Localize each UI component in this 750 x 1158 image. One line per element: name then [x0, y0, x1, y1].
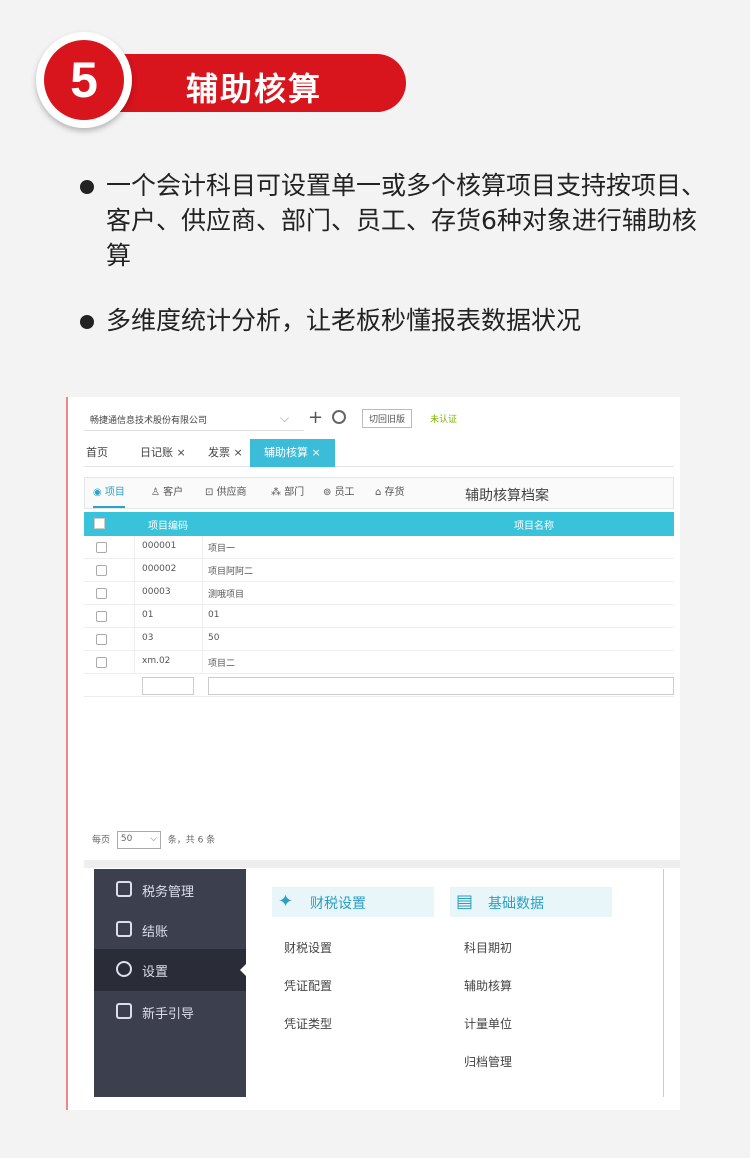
subtab-supplier[interactable]: ⊡ 供应商 — [205, 478, 247, 508]
bullet-dot — [80, 180, 94, 194]
sidebar-item-settings[interactable]: 设置 — [94, 949, 247, 991]
feature-bullet-1: 一个会计科目可设置单一或多个核算项目支持按项目、客户、供应商、部门、员工、存货6… — [80, 168, 720, 273]
page-size-select[interactable]: 50 ⌵ — [116, 831, 161, 849]
page-size-label: 每页 — [92, 835, 111, 846]
checkout-icon — [116, 921, 132, 937]
row-name: 项目阿阿二 — [208, 567, 254, 577]
badge-circle: 5 — [36, 32, 132, 128]
guide-icon — [116, 1003, 132, 1019]
link-finance-settings[interactable]: 财税设置 — [284, 939, 332, 956]
settings-panel: ✦ 财税设置 ▤ 基础数据 财税设置 凭证配置 凭证类型 科目期初 辅助核算 计… — [246, 869, 664, 1097]
row-checkbox[interactable] — [96, 657, 107, 668]
sidebar-item-checkout[interactable]: 结账 — [94, 909, 246, 951]
subtab-employee[interactable]: ⊚ 员工 — [323, 478, 355, 508]
sidebar-item-guide[interactable]: 新手引导 — [94, 991, 246, 1033]
company-name: 畅捷通信息技术股份有限公司 — [90, 416, 208, 426]
section-badge: 辅助核算 5 — [36, 32, 406, 132]
table-row[interactable]: 03 50 — [84, 628, 674, 651]
table-row[interactable]: 01 01 — [84, 605, 674, 628]
row-code: xm.02 — [142, 656, 171, 666]
tax-icon — [116, 881, 132, 897]
archive-title: 辅助核算档案 — [465, 488, 549, 504]
chevron-down-icon[interactable]: ⌵ — [280, 411, 289, 426]
feature-bullet-2: 多维度统计分析，让老板秒懂报表数据状况 — [80, 303, 720, 338]
basic-data-icon: ▤ — [456, 891, 474, 912]
page-tabs: 首页 日记账 × 发票 × 辅助核算 × — [84, 439, 674, 467]
table-header: 项目编码 项目名称 — [84, 512, 674, 536]
company-selector[interactable]: 畅捷通信息技术股份有限公司 — [84, 409, 304, 431]
tab-home[interactable]: 首页 — [86, 439, 108, 467]
bullet-dot — [80, 315, 94, 329]
app-screenshot: 畅捷通信息技术股份有限公司 ⌵ + 切回旧版 未认证 首页 日记账 × 发票 ×… — [66, 397, 680, 1110]
row-checkbox[interactable] — [96, 634, 107, 645]
sidebar: 税务管理 结账 设置 新手引导 — [94, 869, 247, 1097]
top-bar: 畅捷通信息技术股份有限公司 ⌵ + 切回旧版 未认证 — [84, 407, 674, 435]
table-row[interactable]: 000002 项目阿阿二 — [84, 559, 674, 582]
verification-status[interactable]: 未认证 — [430, 412, 457, 425]
row-code: 00003 — [142, 587, 171, 597]
row-code: 03 — [142, 633, 154, 643]
finance-settings-icon: ✦ — [278, 891, 294, 912]
row-name: 测哦项目 — [208, 590, 245, 600]
chevron-down-icon: ⌵ — [150, 834, 157, 844]
tab-aux-accounting[interactable]: 辅助核算 × — [250, 439, 335, 467]
sidebar-item-tax[interactable]: 税务管理 — [94, 869, 246, 911]
row-checkbox[interactable] — [96, 565, 107, 576]
link-opening-balance[interactable]: 科目期初 — [464, 939, 512, 956]
switch-old-version-button[interactable]: 切回旧版 — [362, 409, 413, 428]
section-basic-data: ▤ 基础数据 — [450, 887, 612, 917]
column-name: 项目名称 — [514, 521, 554, 532]
row-name: 项目一 — [208, 544, 236, 554]
table-row[interactable]: 000001 项目一 — [84, 536, 674, 559]
bullet-text: 多维度统计分析，让老板秒懂报表数据状况 — [106, 306, 582, 335]
new-row — [84, 674, 674, 697]
section-number: 5 — [44, 40, 124, 120]
tab-journal[interactable]: 日记账 × — [140, 439, 186, 467]
subtab-customer[interactable]: ♙ 客户 — [151, 478, 183, 508]
pagination: 每页 50 ⌵ 条，共 6 条 — [92, 831, 215, 849]
row-name: 50 — [208, 633, 220, 643]
subtab-department[interactable]: ⁂ 部门 — [271, 478, 304, 508]
subtab-inventory[interactable]: ⌂ 存货 — [375, 478, 405, 508]
row-name: 01 — [208, 610, 220, 620]
row-code: 000002 — [142, 564, 177, 574]
table-row[interactable]: 00003 测哦项目 — [84, 582, 674, 605]
row-checkbox[interactable] — [96, 588, 107, 599]
gear-icon — [116, 961, 132, 977]
row-code: 000001 — [142, 541, 177, 551]
tab-invoice[interactable]: 发票 × — [208, 439, 243, 467]
row-name: 项目二 — [208, 659, 236, 669]
link-voucher-type[interactable]: 凭证类型 — [284, 1015, 332, 1032]
aux-type-tabs: ◉ 项目 ♙ 客户 ⊡ 供应商 ⁂ 部门 ⊚ 员工 ⌂ 存货 辅助核算档案 — [84, 477, 674, 509]
record-count: 条，共 6 条 — [167, 835, 216, 846]
row-code: 01 — [142, 610, 154, 620]
new-code-input[interactable] — [142, 677, 194, 695]
column-code: 项目编码 — [148, 521, 188, 532]
row-checkbox[interactable] — [96, 611, 107, 622]
new-name-input[interactable] — [208, 677, 674, 695]
section-title: 辅助核算 — [186, 70, 323, 108]
link-voucher-config[interactable]: 凭证配置 — [284, 977, 332, 994]
add-icon[interactable]: + — [308, 407, 323, 428]
link-aux-accounting[interactable]: 辅助核算 — [464, 977, 512, 994]
link-units[interactable]: 计量单位 — [464, 1015, 512, 1032]
table-row[interactable]: xm.02 项目二 — [84, 651, 674, 674]
subtab-project[interactable]: ◉ 项目 — [93, 478, 125, 508]
section-finance-settings: ✦ 财税设置 — [272, 887, 434, 917]
select-all-checkbox[interactable] — [94, 518, 105, 529]
row-checkbox[interactable] — [96, 542, 107, 553]
link-archive[interactable]: 归档管理 — [464, 1053, 512, 1070]
gear-icon[interactable] — [332, 410, 346, 424]
bullet-text: 一个会计科目可设置单一或多个核算项目支持按项目、客户、供应商、部门、员工、存货6… — [106, 171, 707, 270]
